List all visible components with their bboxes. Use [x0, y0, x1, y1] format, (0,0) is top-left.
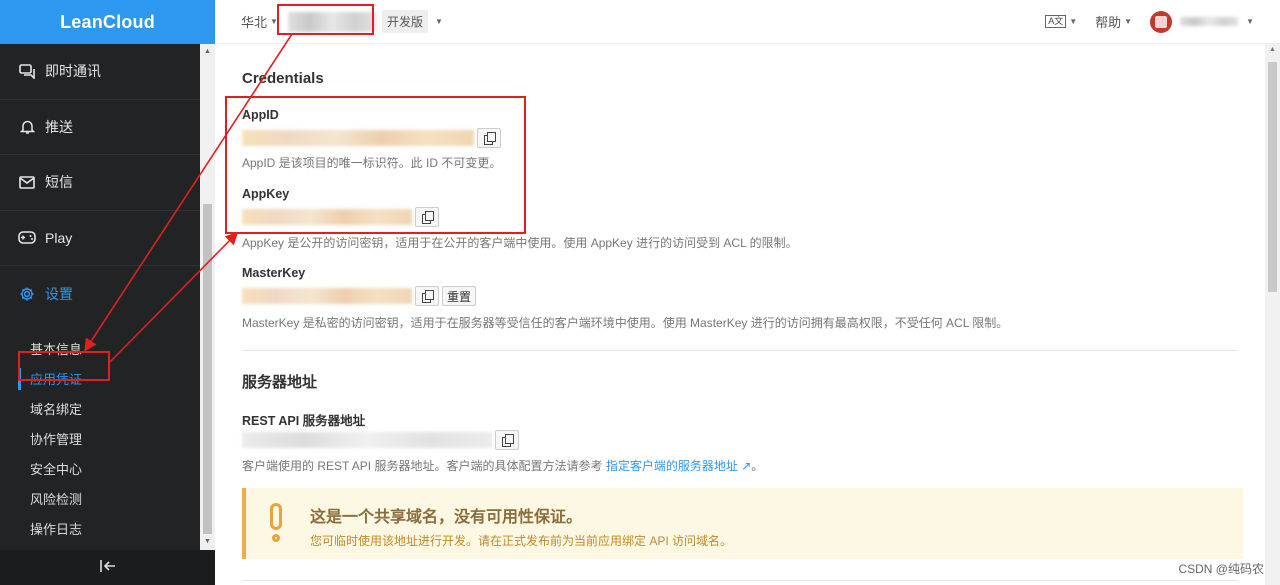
external-link-icon: ↗ — [741, 459, 752, 473]
masterkey-help: MasterKey 是私密的访问密钥，适用于在服务器等受信任的客户端环境中使用。… — [242, 316, 1009, 330]
sidebar: LeanCloud 即时通讯 推送 短信 Play 设置 基本信息 应用凭证 域… — [0, 0, 215, 585]
rest-api-label: REST API 服务器地址 — [242, 414, 366, 428]
masterkey-row: 重置 — [242, 286, 477, 306]
copy-icon — [421, 290, 434, 303]
annotation-box-credentials — [225, 96, 526, 234]
language-icon: A文 — [1045, 15, 1067, 28]
bell-icon — [18, 118, 36, 136]
top-bar: 华北 ▼ 开发版 ▼ A文 ▼ 帮助 ▼ ▼ — [215, 0, 1280, 44]
warning-text: 您可临时使用该地址进行开发。请在正式发布前为当前应用绑定 API 访问域名。 — [310, 534, 733, 548]
copy-icon — [501, 434, 514, 447]
sidebar-item-sms[interactable]: 短信 — [0, 155, 200, 211]
help-menu[interactable]: 帮助 ▼ — [1095, 12, 1132, 31]
warning-icon — [268, 503, 284, 543]
masterkey-value[interactable] — [242, 288, 412, 304]
gear-icon — [18, 285, 36, 303]
gamepad-icon — [18, 229, 36, 247]
chevron-down-icon: ▼ — [1124, 17, 1133, 26]
server-address-doc-link[interactable]: 指定客户端的服务器地址 ↗ — [606, 459, 751, 473]
chevron-down-icon: ▼ — [1069, 17, 1078, 26]
sidebar-subitem-operation-log[interactable]: 操作日志 — [0, 514, 200, 544]
warning-title: 这是一个共享域名，没有可用性保证。 — [310, 509, 583, 526]
region-selector[interactable]: 华北 ▼ — [241, 12, 278, 31]
collapse-sidebar-button[interactable] — [0, 550, 215, 585]
sidebar-scrollbar[interactable]: ▲ ▼ — [200, 44, 215, 550]
copy-rest-api-button[interactable] — [495, 430, 519, 450]
masterkey-label: MasterKey — [242, 266, 306, 280]
rest-api-help-text: 客户端使用的 REST API 服务器地址。客户端的具体配置方法请参考 — [242, 459, 603, 473]
credentials-title: Credentials — [242, 70, 324, 87]
help-label: 帮助 — [1095, 15, 1122, 30]
scroll-down-icon[interactable]: ▼ — [200, 536, 215, 548]
region-label: 华北 — [241, 15, 268, 30]
username-redacted — [1180, 17, 1239, 26]
rest-api-value[interactable] — [242, 432, 492, 448]
main-scrollbar[interactable]: ▲ — [1265, 44, 1280, 585]
sidebar-subitem-collaboration[interactable]: 协作管理 — [0, 424, 200, 454]
plan-badge: 开发版 — [381, 10, 428, 33]
sidebar-item-label: 设置 — [45, 285, 73, 302]
collapse-left-icon — [99, 559, 116, 577]
shared-domain-warning: 这是一个共享域名，没有可用性保证。 您可临时使用该地址进行开发。请在正式发布前为… — [242, 488, 1243, 559]
language-selector[interactable]: A文 ▼ — [1045, 15, 1077, 28]
app-dropdown-icon[interactable]: ▼ — [435, 17, 443, 26]
copy-masterkey-button[interactable] — [415, 286, 439, 306]
sidebar-subitem-risk-detection[interactable]: 风险检测 — [0, 484, 200, 514]
user-menu[interactable]: ▼ — [1150, 10, 1254, 33]
server-title: 服务器地址 — [242, 374, 318, 391]
main-scroll-thumb[interactable] — [1268, 62, 1277, 292]
sidebar-scroll-thumb[interactable] — [203, 204, 212, 534]
sidebar-item-label: Play — [45, 229, 73, 246]
sidebar-item-label: 推送 — [45, 118, 73, 135]
section-divider — [242, 350, 1238, 351]
chevron-down-icon: ▼ — [1246, 17, 1254, 26]
avatar — [1150, 10, 1173, 33]
appkey-help: AppKey 是公开的访问密钥，适用于在公开的客户端中使用。使用 AppKey … — [242, 236, 798, 250]
sidebar-item-label: 即时通讯 — [45, 63, 101, 80]
sidebar-item-play[interactable]: Play — [0, 211, 200, 266]
sidebar-item-im[interactable]: 即时通讯 — [0, 44, 200, 100]
annotation-box-app-name — [277, 4, 374, 35]
scroll-up-icon[interactable]: ▲ — [200, 46, 215, 58]
help-suffix: 。 — [751, 459, 764, 473]
sidebar-subitem-domain-binding[interactable]: 域名绑定 — [0, 394, 200, 424]
watermark: CSDN @纯码农 — [1178, 562, 1264, 576]
rest-api-help: 客户端使用的 REST API 服务器地址。客户端的具体配置方法请参考 指定客户… — [242, 457, 763, 474]
annotation-box-menu — [18, 351, 110, 381]
sidebar-item-push[interactable]: 推送 — [0, 100, 200, 155]
brand-logo[interactable]: LeanCloud — [0, 0, 215, 44]
sidebar-subitem-security[interactable]: 安全中心 — [0, 454, 200, 484]
scroll-up-icon[interactable]: ▲ — [1265, 46, 1280, 53]
chat-icon — [18, 62, 36, 80]
rest-api-row — [242, 430, 519, 450]
sidebar-item-label: 短信 — [45, 174, 73, 191]
mail-icon — [18, 173, 36, 191]
section-divider — [242, 580, 1238, 581]
doc-link-label: 指定客户端的服务器地址 — [605, 459, 738, 473]
reset-masterkey-button[interactable]: 重置 — [442, 286, 477, 306]
sidebar-item-settings[interactable]: 设置 — [0, 266, 200, 322]
